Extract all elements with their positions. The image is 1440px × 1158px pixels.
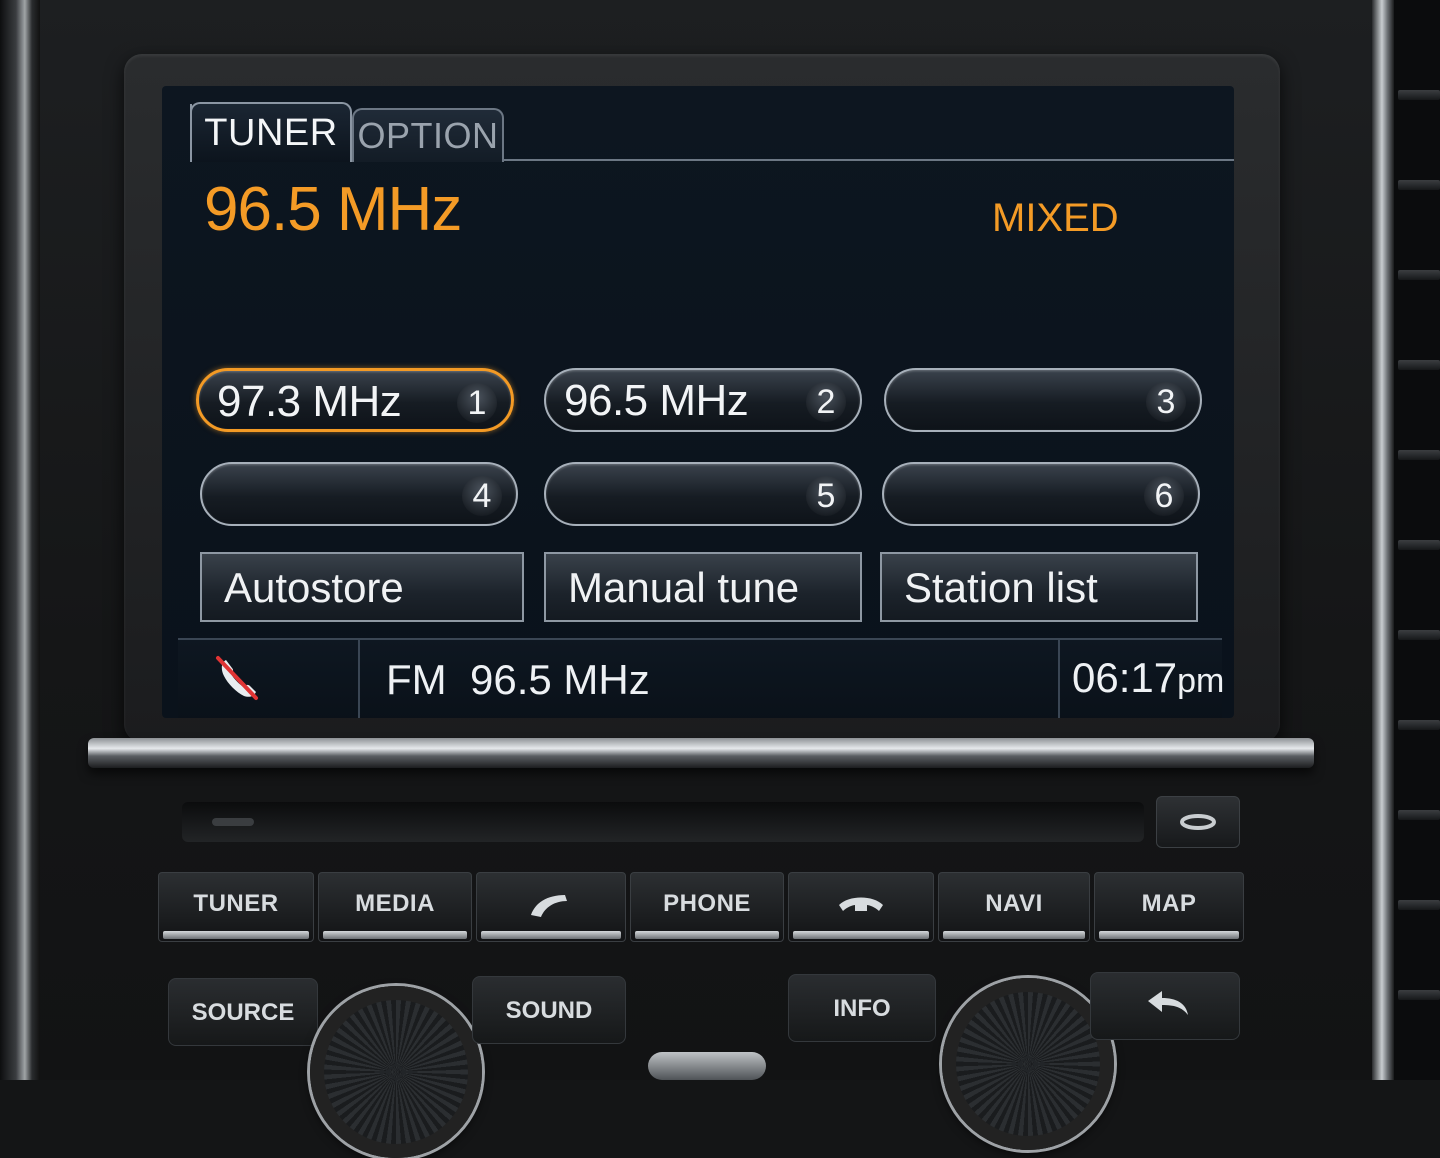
manual-tune-button[interactable]: Manual tune: [544, 552, 862, 622]
autostore-button[interactable]: Autostore: [200, 552, 524, 622]
chrome-slot: [648, 1052, 766, 1080]
preset-button-6[interactable]: 6: [882, 462, 1200, 526]
hw-info-button[interactable]: INFO: [788, 974, 936, 1042]
vent-slat: [1398, 720, 1440, 730]
preset-number: 3: [1146, 382, 1186, 422]
hw-back-button[interactable]: [1090, 972, 1240, 1040]
call-accept-icon: [531, 895, 567, 917]
preset-label: 97.3 MHz: [217, 377, 402, 426]
preset-number: 4: [462, 476, 502, 516]
hw-call-end-button[interactable]: [788, 872, 934, 942]
clock-time: 06:17: [1072, 654, 1178, 701]
hw-phone-button[interactable]: PHONE: [630, 872, 784, 942]
hw-map-button[interactable]: MAP: [1094, 872, 1244, 942]
vent-slat: [1398, 360, 1440, 370]
vent-slat: [1398, 450, 1440, 460]
vent-slat: [1398, 540, 1440, 550]
preset-button-1[interactable]: 97.3 MHz 1: [196, 368, 514, 432]
eject-icon: [1180, 814, 1216, 830]
program-type: MIXED: [992, 196, 1119, 240]
status-divider: [1058, 640, 1060, 718]
hw-media-button[interactable]: MEDIA: [318, 872, 472, 942]
infotainment-screen: TUNER OPTION 96.5 MHz MIXED 97.3 MHz 1 9…: [162, 86, 1234, 718]
tuning-knob[interactable]: [942, 978, 1114, 1150]
call-end-icon: [839, 897, 883, 911]
preset-button-5[interactable]: 5: [544, 462, 862, 526]
band-label: FM: [386, 656, 447, 703]
vent-slat: [1398, 900, 1440, 910]
vent-slat: [1398, 810, 1440, 820]
station-list-button[interactable]: Station list: [880, 552, 1198, 622]
preset-number: 2: [806, 382, 846, 422]
volume-knob[interactable]: [310, 986, 482, 1158]
clock: 06:17pm: [1072, 654, 1224, 702]
preset-button-3[interactable]: 3: [884, 368, 1202, 432]
back-arrow-icon: [1148, 991, 1188, 1015]
hw-tuner-button[interactable]: TUNER: [158, 872, 314, 942]
phone-muted-icon: [216, 656, 258, 700]
preset-number: 6: [1144, 476, 1184, 516]
left-trim: [0, 0, 40, 1080]
cd-indicator: [212, 818, 254, 826]
cd-slot[interactable]: [182, 802, 1144, 842]
air-vent: [1372, 0, 1440, 1080]
preset-number: 5: [806, 476, 846, 516]
vent-slat: [1398, 270, 1440, 280]
status-bar: FM 96.5 MHz 06:17pm: [178, 638, 1224, 718]
preset-label: 96.5 MHz: [564, 376, 749, 425]
vent-chrome: [1372, 0, 1394, 1080]
hw-navi-button[interactable]: NAVI: [938, 872, 1090, 942]
eject-button[interactable]: [1156, 796, 1240, 848]
hw-call-accept-button[interactable]: [476, 872, 626, 942]
status-frequency: 96.5 MHz: [470, 656, 650, 703]
tab-underline: [502, 159, 1234, 161]
status-divider: [358, 640, 360, 718]
tab-option[interactable]: OPTION: [352, 108, 504, 162]
hw-sound-button[interactable]: SOUND: [472, 976, 626, 1044]
vent-slat: [1398, 180, 1440, 190]
vent-slat: [1398, 90, 1440, 100]
preset-number: 1: [457, 383, 497, 423]
current-frequency: 96.5 MHz: [204, 175, 462, 244]
hw-source-button[interactable]: SOURCE: [168, 978, 318, 1046]
hardware-button-row: TUNER MEDIA PHONE NAVI MAP: [158, 872, 1244, 944]
clock-ampm: pm: [1177, 662, 1225, 700]
vent-slat: [1398, 630, 1440, 640]
preset-button-2[interactable]: 96.5 MHz 2: [544, 368, 862, 432]
preset-button-4[interactable]: 4: [200, 462, 518, 526]
chrome-trim: [88, 738, 1314, 768]
vent-slat: [1398, 990, 1440, 1000]
tab-tuner[interactable]: TUNER: [190, 102, 352, 162]
